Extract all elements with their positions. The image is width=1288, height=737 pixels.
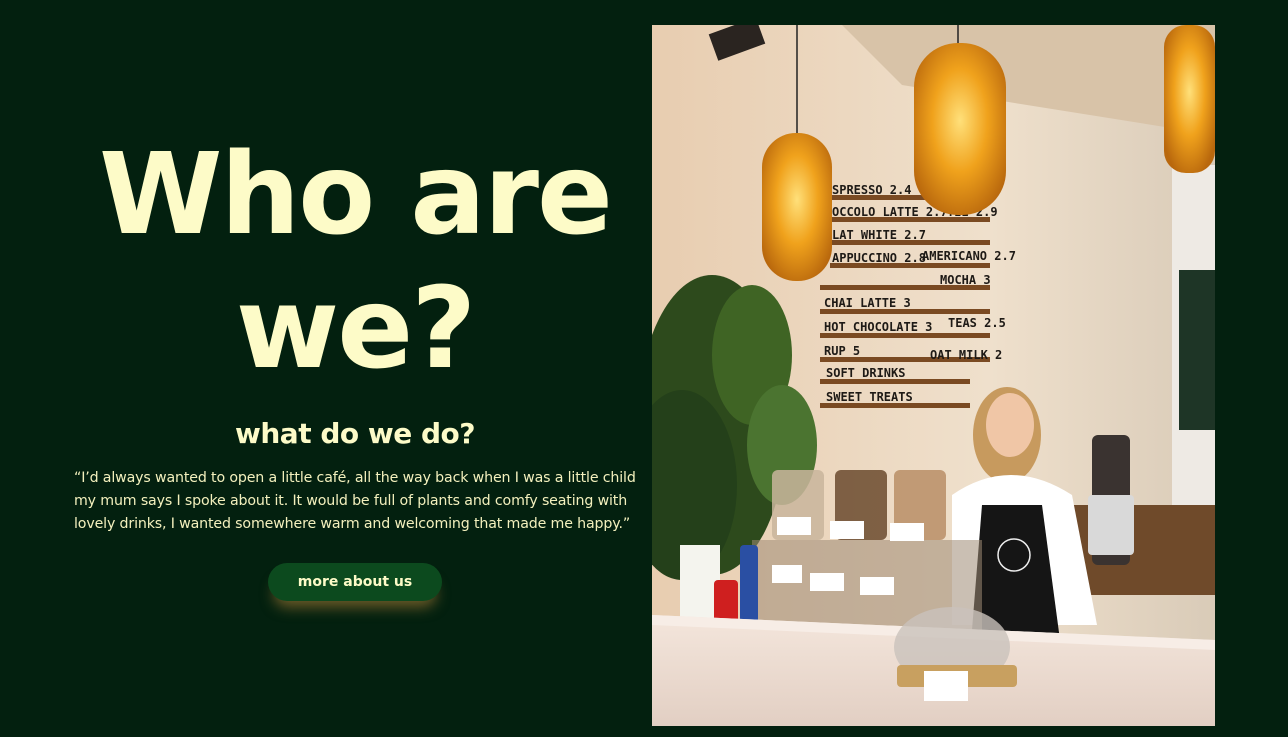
menu-line: AMERICANO 2.7 [922, 249, 1016, 263]
menu-line: RUP 5 [824, 344, 860, 358]
menu-line: MOCHA 3 [940, 273, 991, 287]
page-title: Who are we? [40, 128, 670, 396]
menu-line: OAT MILK 2 [930, 348, 1002, 362]
cafe-photo-illustration: SPRESSO 2.4 OCCOLO LATTE 2.7 TIE 2.9 LAT… [652, 25, 1215, 726]
title-line-1: Who are [99, 130, 613, 260]
section-subtitle: what do we do? [235, 417, 475, 450]
more-about-us-button[interactable]: more about us [268, 563, 442, 601]
menu-line: CHAI LATTE 3 [824, 296, 911, 310]
menu-line: APPUCCINO 2.8 [832, 251, 926, 265]
menu-line: SOFT DRINKS [826, 366, 905, 380]
menu-line: SPRESSO 2.4 [832, 183, 911, 197]
menu-line: LAT WHITE 2.7 [832, 228, 926, 242]
menu-line: OCCOLO LATTE 2.7 [832, 205, 948, 219]
title-line-2: we? [235, 264, 476, 394]
cafe-photo: SPRESSO 2.4 OCCOLO LATTE 2.7 TIE 2.9 LAT… [652, 25, 1215, 726]
menu-line: TEAS 2.5 [948, 316, 1006, 330]
founder-quote: “I’d always wanted to open a little café… [74, 470, 636, 532]
about-section: Who are we? what do we do? “I’d always w… [0, 0, 650, 737]
menu-line: HOT CHOCOLATE 3 [824, 320, 932, 334]
menu-line: SWEET TREATS [826, 390, 913, 404]
